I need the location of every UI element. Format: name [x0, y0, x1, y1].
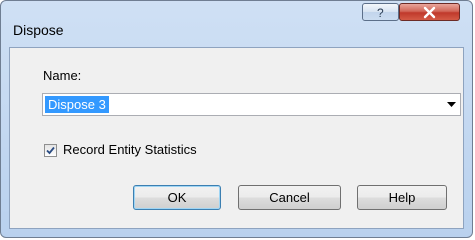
svg-text:?: ? — [377, 6, 384, 19]
close-icon — [423, 6, 436, 19]
question-mark-icon: ? — [377, 6, 384, 19]
title-help-button[interactable]: ? — [362, 3, 399, 21]
record-stats-label[interactable]: Record Entity Statistics — [63, 142, 197, 157]
window-title: Dispose — [13, 22, 64, 38]
name-combobox[interactable]: Dispose 3 — [42, 93, 461, 116]
ok-button[interactable]: OK — [133, 185, 221, 210]
chevron-down-icon[interactable] — [447, 102, 456, 107]
cancel-button[interactable]: Cancel — [238, 185, 341, 210]
title-bar[interactable]: Dispose ? — [1, 1, 472, 47]
title-close-button[interactable] — [399, 3, 460, 21]
record-stats-checkbox[interactable] — [44, 144, 57, 157]
name-label: Name: — [43, 68, 82, 83]
dispose-dialog: Dispose ? Name: Dispose 3 Record Entity … — [0, 0, 473, 238]
name-value[interactable]: Dispose 3 — [45, 96, 109, 113]
checkmark-icon — [46, 146, 55, 155]
help-button[interactable]: Help — [357, 185, 447, 210]
dialog-body: Name: Dispose 3 Record Entity Statistics… — [9, 47, 464, 229]
